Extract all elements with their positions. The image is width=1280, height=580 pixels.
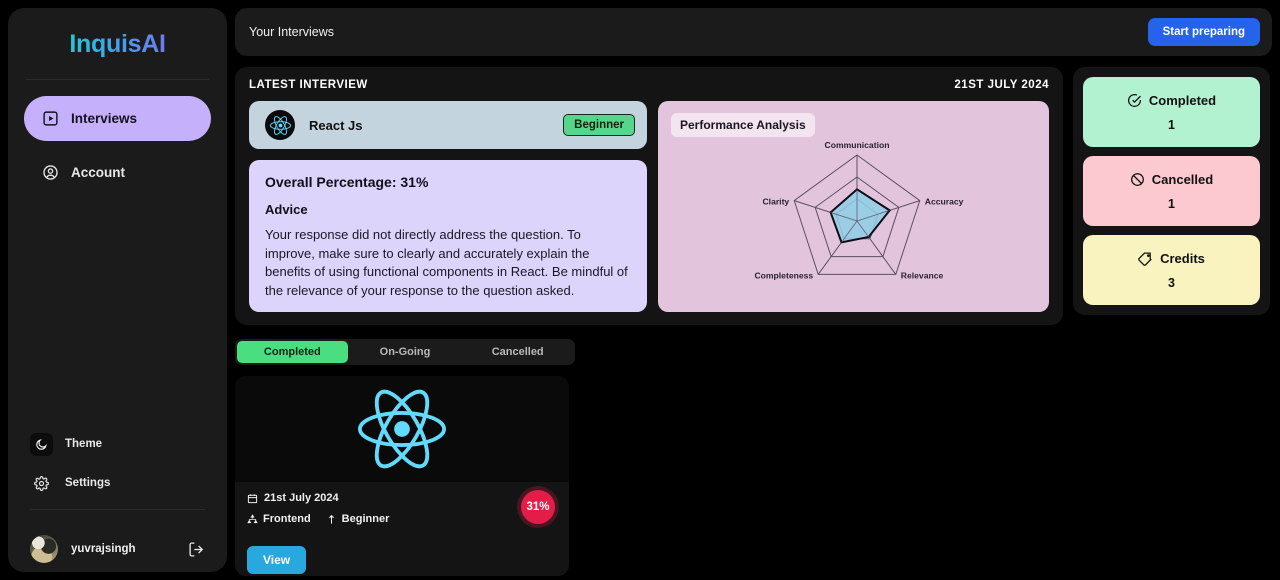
react-icon bbox=[358, 389, 446, 469]
app-logo: InquisAI bbox=[69, 30, 166, 58]
page-title: Your Interviews bbox=[249, 25, 334, 39]
tech-name: React Js bbox=[309, 117, 363, 133]
latest-interview-body: React Js Beginner Overall Percentage: 31… bbox=[249, 101, 1049, 312]
user-circle-icon bbox=[42, 164, 59, 181]
react-icon bbox=[265, 110, 295, 140]
sidebar-item-account[interactable]: Account bbox=[24, 150, 211, 195]
latest-interview-date: 21ST JULY 2024 bbox=[954, 79, 1049, 91]
stat-value-completed: 1 bbox=[1168, 117, 1175, 132]
radar-axis-label: Communication bbox=[825, 140, 890, 150]
theme-label: Theme bbox=[65, 438, 103, 450]
start-preparing-button[interactable]: Start preparing bbox=[1147, 18, 1260, 46]
latest-interview-panel: LATEST INTERVIEW 21ST JULY 2024 React Js… bbox=[235, 67, 1063, 325]
tab-ongoing[interactable]: On-Going bbox=[350, 341, 461, 363]
interview-card-date: 21st July 2024 bbox=[264, 492, 339, 504]
sidebar-nav: Interviews Account bbox=[8, 80, 227, 204]
ban-icon bbox=[1130, 172, 1145, 187]
radar-axis-label: Relevance bbox=[901, 270, 944, 280]
play-square-icon bbox=[42, 110, 59, 127]
interview-card[interactable]: 21st July 2024 Frontend Beginner 31% Vie… bbox=[235, 376, 569, 576]
sidebar-item-label-interviews: Interviews bbox=[71, 111, 138, 126]
interview-card-role: Frontend bbox=[263, 513, 311, 525]
stat-label-cancelled: Cancelled bbox=[1151, 171, 1214, 187]
latest-interview-header: LATEST INTERVIEW 21ST JULY 2024 bbox=[249, 79, 1049, 91]
tab-completed[interactable]: Completed bbox=[237, 341, 348, 363]
level-badge[interactable]: Beginner bbox=[563, 114, 635, 136]
sidebar-bottom: Theme Settings yuvrajsingh bbox=[8, 427, 227, 572]
sitemap-icon bbox=[247, 513, 258, 525]
view-button[interactable]: View bbox=[247, 546, 307, 574]
check-circle-icon bbox=[1127, 93, 1142, 108]
settings-label: Settings bbox=[65, 477, 111, 489]
radar-axis-label: Accuracy bbox=[925, 197, 964, 207]
interview-card-tags-row: Frontend Beginner bbox=[247, 513, 557, 525]
calendar-icon bbox=[247, 493, 258, 504]
advice-heading: Advice bbox=[265, 202, 308, 217]
stat-card-credits[interactable]: Credits 3 bbox=[1083, 235, 1260, 305]
stat-head-completed: Completed bbox=[1127, 93, 1216, 108]
settings-item[interactable]: Settings bbox=[24, 466, 211, 500]
tag-icon bbox=[1138, 251, 1153, 266]
stat-label-credits: Credits bbox=[1160, 250, 1205, 266]
stat-value-credits: 3 bbox=[1168, 275, 1175, 290]
interview-card-date-row: 21st July 2024 bbox=[247, 492, 557, 504]
sidebar-item-interviews[interactable]: Interviews bbox=[24, 96, 211, 141]
user-profile-row[interactable]: yuvrajsingh bbox=[24, 510, 211, 572]
avatar bbox=[30, 535, 58, 563]
interview-card-thumbnail bbox=[235, 376, 569, 482]
signal-icon bbox=[326, 514, 337, 525]
latest-left-column: React Js Beginner Overall Percentage: 31… bbox=[249, 101, 647, 312]
theme-toggle[interactable]: Theme bbox=[24, 427, 211, 461]
sidebar: InquisAI Interviews Account Theme Settin… bbox=[8, 8, 227, 572]
tech-card: React Js Beginner bbox=[249, 101, 647, 149]
username: yuvrajsingh bbox=[71, 543, 136, 555]
status-tabs: Completed On-Going Cancelled bbox=[235, 339, 575, 365]
stat-card-cancelled[interactable]: Cancelled 1 bbox=[1083, 156, 1260, 226]
logout-icon[interactable] bbox=[188, 541, 205, 558]
moon-icon bbox=[30, 432, 53, 456]
top-bar: Your Interviews Start preparing bbox=[235, 8, 1272, 56]
radar-axis-label: Clarity bbox=[762, 197, 789, 207]
interview-card-score-badge: 31% bbox=[521, 490, 555, 524]
interview-cards-row: 21st July 2024 Frontend Beginner 31% Vie… bbox=[235, 376, 1272, 576]
latest-interview-label: LATEST INTERVIEW bbox=[249, 79, 368, 91]
interview-card-meta: 21st July 2024 Frontend Beginner 31% bbox=[235, 482, 569, 525]
main-content: Your Interviews Start preparing LATEST I… bbox=[235, 8, 1272, 576]
overall-percentage: Overall Percentage: 31% bbox=[265, 174, 429, 190]
interview-card-level: Beginner bbox=[341, 513, 390, 525]
gear-icon bbox=[30, 475, 53, 491]
sidebar-item-label-account: Account bbox=[71, 165, 125, 180]
latest-and-stats-row: LATEST INTERVIEW 21ST JULY 2024 React Js… bbox=[235, 67, 1272, 325]
performance-analysis-chart: Performance Analysis Communication Accura… bbox=[658, 101, 1049, 312]
tab-cancelled[interactable]: Cancelled bbox=[462, 341, 573, 363]
chart-title: Performance Analysis bbox=[671, 113, 815, 137]
advice-card: Overall Percentage: 31% Advice Your resp… bbox=[249, 160, 647, 312]
advice-text: Your response did not directly address t… bbox=[265, 227, 628, 298]
stat-head-cancelled: Cancelled bbox=[1130, 172, 1213, 187]
stat-label-completed: Completed bbox=[1148, 92, 1217, 108]
stat-card-completed[interactable]: Completed 1 bbox=[1083, 77, 1260, 147]
app-root: InquisAI Interviews Account Theme Settin… bbox=[0, 0, 1280, 580]
stat-head-credits: Credits bbox=[1138, 251, 1205, 266]
radar-axis-label: Completeness bbox=[754, 270, 813, 280]
stats-panel: Completed 1 Cancelled 1 Credits 3 bbox=[1073, 67, 1270, 315]
stat-value-cancelled: 1 bbox=[1168, 196, 1175, 211]
logo-container: InquisAI bbox=[8, 8, 227, 79]
